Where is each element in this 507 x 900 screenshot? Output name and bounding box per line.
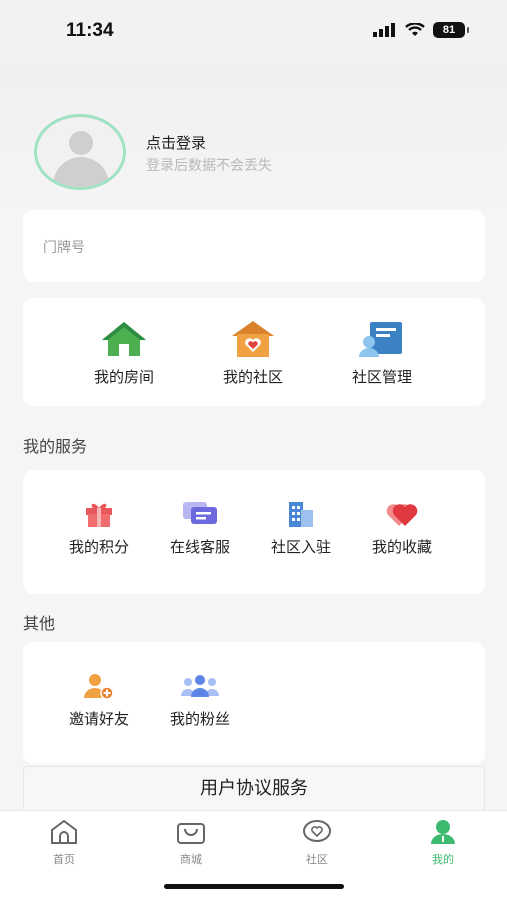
avatar-body: [53, 157, 109, 187]
invite-friends-button[interactable]: 邀请好友: [49, 672, 149, 729]
login-title[interactable]: 点击登录: [146, 132, 206, 153]
tab-shop[interactable]: 商城: [161, 819, 221, 867]
user-agreement-button[interactable]: 用户协议服务: [23, 766, 485, 812]
my-fans-button[interactable]: 我的粉丝: [150, 672, 250, 729]
my-room-label: 我的房间: [93, 368, 154, 386]
tab-profile[interactable]: 我的: [413, 819, 473, 867]
heart-icon: [386, 504, 418, 526]
community-management-label: 社区管理: [351, 368, 412, 386]
tab-community[interactable]: 社区: [287, 819, 347, 867]
status-icons: 81: [373, 22, 469, 38]
my-community-label: 我的社区: [222, 368, 283, 386]
fans-icon: [181, 675, 219, 697]
tab-shop-label: 商城: [180, 853, 202, 866]
my-community-button[interactable]: 我的社区: [203, 320, 303, 387]
profile-tab-icon: [431, 820, 455, 844]
services-section-title: 我的服务: [23, 437, 88, 456]
tab-home[interactable]: 首页: [34, 819, 94, 867]
invite-friends-label: 邀请好友: [68, 710, 129, 728]
tab-profile-label: 我的: [432, 853, 454, 866]
gift-icon: [86, 503, 112, 527]
online-support-label: 在线客服: [169, 538, 230, 556]
home-indicator: [164, 884, 344, 889]
management-icon: [359, 322, 402, 357]
rooms-card: 我的房间 我的社区 社区管理: [23, 298, 485, 406]
my-points-label: 我的积分: [68, 538, 129, 556]
home-tab-icon: [51, 819, 77, 844]
status-time: 11:34: [66, 20, 114, 41]
tab-home-label: 首页: [53, 853, 75, 866]
my-fans-label: 我的粉丝: [169, 710, 230, 728]
online-support-button[interactable]: 在线客服: [150, 500, 250, 557]
others-section-title: 其他: [23, 614, 56, 633]
door-number-placeholder: 门牌号: [43, 240, 85, 256]
my-room-button[interactable]: 我的房间: [74, 320, 174, 387]
avatar-head: [69, 131, 93, 155]
community-heart-icon: [232, 321, 274, 357]
chat-icon: [183, 502, 217, 524]
my-favorites-label: 我的收藏: [371, 538, 432, 556]
my-favorites-button[interactable]: 我的收藏: [352, 500, 452, 557]
my-points-button[interactable]: 我的积分: [49, 500, 149, 557]
avatar[interactable]: [34, 114, 126, 190]
community-join-button[interactable]: 社区入驻: [251, 500, 351, 557]
shop-bag-icon: [177, 823, 205, 844]
wifi-icon: [405, 23, 425, 36]
community-join-label: 社区入驻: [270, 538, 331, 556]
door-number-card[interactable]: 门牌号: [23, 210, 485, 282]
login-subtitle: 登录后数据不会丢失: [146, 158, 272, 174]
house-icon: [102, 322, 146, 356]
services-card: 我的积分 在线客服 社区入驻 我的收藏: [23, 470, 485, 594]
tab-community-label: 社区: [306, 853, 328, 866]
invite-user-icon: [84, 674, 114, 700]
status-bar: 11:34 81: [0, 0, 507, 64]
battery-icon: 81: [433, 22, 469, 38]
building-icon: [289, 502, 313, 527]
signal-icon: [373, 23, 395, 37]
community-tab-icon: [303, 820, 331, 842]
community-management-button[interactable]: 社区管理: [332, 320, 432, 387]
others-card: 邀请好友 我的粉丝: [23, 642, 485, 764]
